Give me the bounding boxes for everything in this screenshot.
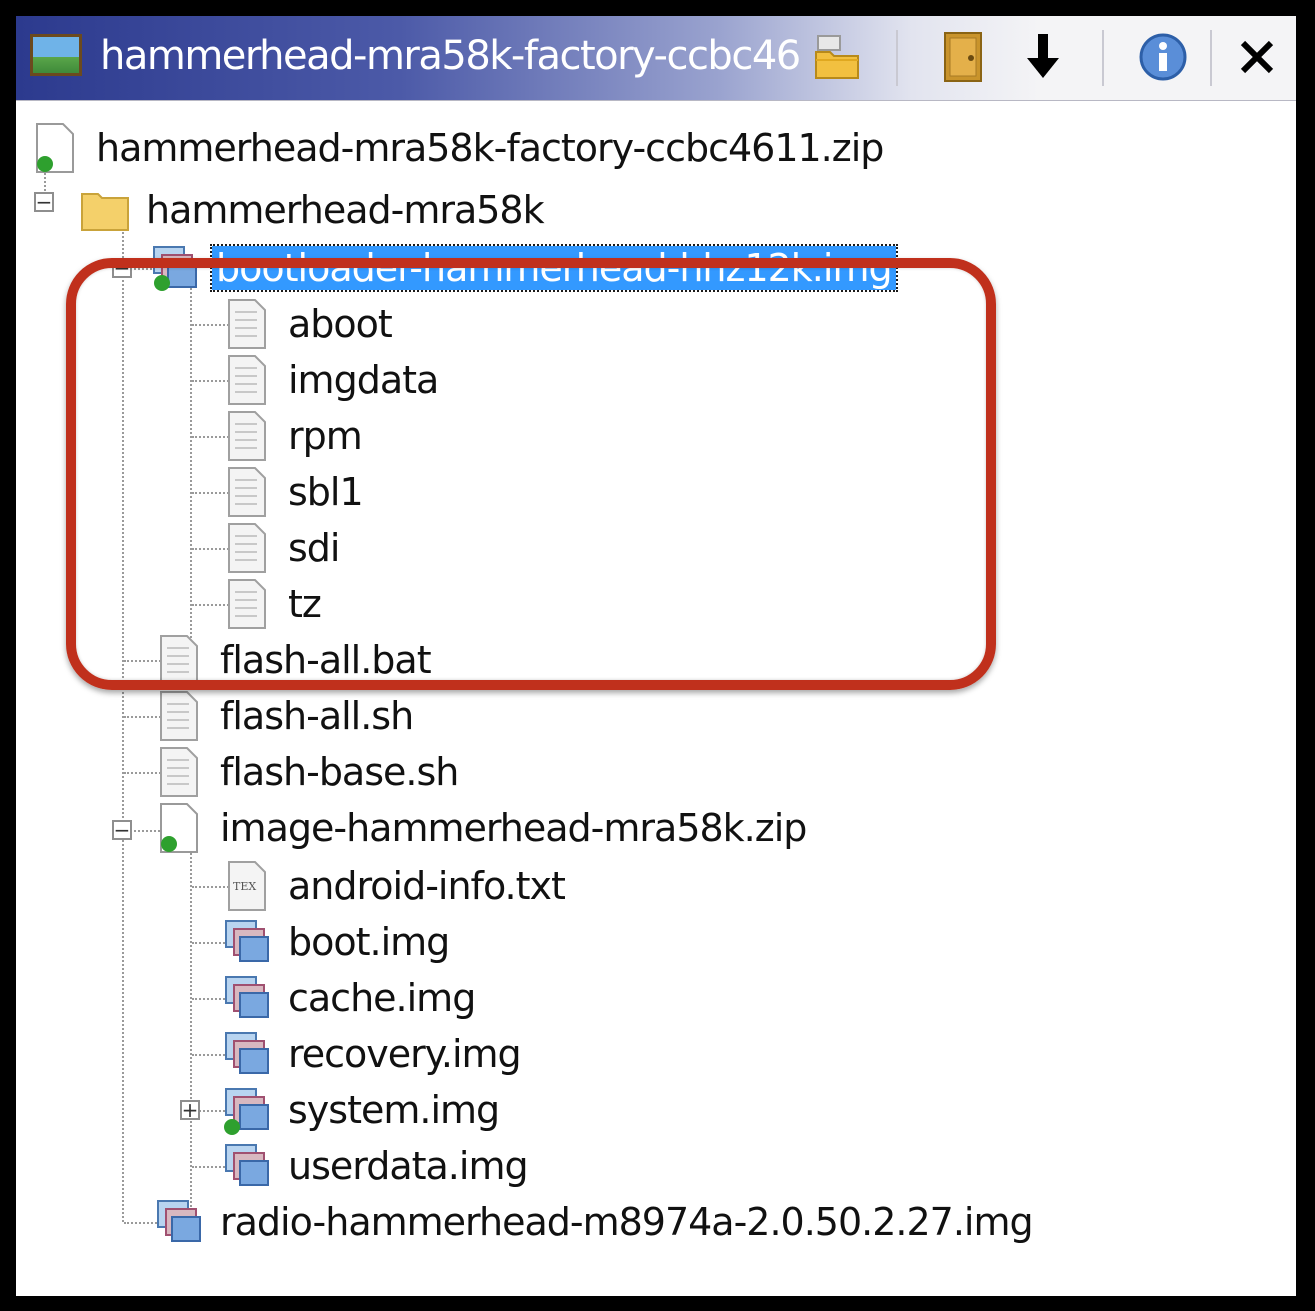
file-icon [220,521,274,575]
disk-image-icon [220,971,274,1025]
window-title: hammerhead-mra58k-factory-ccbc461... [100,33,800,79]
tree-item-flash-all-bat[interactable]: flash-all.bat [152,632,432,688]
title-bar: hammerhead-mra58k-factory-ccbc461... [16,16,1296,101]
disk-image-icon [152,1195,206,1249]
tree-item-system-img[interactable]: system.img [220,1082,500,1138]
svg-text:TEX: TEX [233,880,256,893]
disk-image-icon [220,1139,274,1193]
tree-item-archive[interactable]: hammerhead-mra58k-factory-ccbc4611.zip [28,120,884,176]
download-arrow-icon[interactable] [1014,26,1072,88]
file-icon [152,689,206,743]
file-icon [220,409,274,463]
info-icon[interactable] [1132,26,1194,88]
disk-image-icon [220,915,274,969]
archive-tree: − − − + hammerhead-mra58k-factory-ccbc46… [16,100,1296,1296]
close-icon[interactable] [1226,26,1288,88]
tex-file-icon: TEX [220,859,274,913]
annotation-highlight-box [66,258,996,690]
tree-item-flash-base-sh[interactable]: flash-base.sh [152,744,459,800]
collapse-toggle[interactable]: − [34,192,54,212]
file-icon [152,633,206,687]
tree-item-rpm[interactable]: rpm [220,408,363,464]
tree-item-aboot[interactable]: aboot [220,296,393,352]
zip-file-icon [152,801,206,855]
disk-image-icon [220,1083,274,1137]
exit-door-icon[interactable] [934,26,992,88]
file-icon [220,353,274,407]
collapse-toggle[interactable]: − [112,820,132,840]
tree-item-flash-all-sh[interactable]: flash-all.sh [152,688,414,744]
folder-icon [78,183,132,237]
tree-item-sbl1[interactable]: sbl1 [220,464,364,520]
file-icon [220,465,274,519]
app-picture-icon [30,34,82,76]
tree-item-android-info[interactable]: TEX android-info.txt [220,858,566,914]
file-icon [152,745,206,799]
tree-item-sdi[interactable]: sdi [220,520,340,576]
tree-item-boot-img[interactable]: boot.img [220,914,450,970]
archive-window: hammerhead-mra58k-factory-ccbc461... − −… [16,16,1296,1296]
tree-item-recovery-img[interactable]: recovery.img [220,1026,522,1082]
tree-item-imgdata[interactable]: imgdata [220,352,439,408]
tree-item-cache-img[interactable]: cache.img [220,970,476,1026]
extract-icon[interactable] [806,26,870,88]
tree-item-radio-img[interactable]: radio-hammerhead-m8974a-2.0.50.2.27.img [152,1194,1034,1250]
tree-item-tz[interactable]: tz [220,576,322,632]
disk-image-icon [220,1027,274,1081]
disk-image-icon [148,241,202,295]
tree-item-bootloader[interactable]: bootloader-hammerhead-hhz12k.img [148,240,898,296]
expand-toggle[interactable]: + [180,1100,200,1120]
collapse-toggle[interactable]: − [112,258,132,278]
tree-item-image-zip[interactable]: image-hammerhead-mra58k.zip [152,800,807,856]
file-icon [220,577,274,631]
zip-file-icon [28,121,82,175]
tree-item-userdata-img[interactable]: userdata.img [220,1138,529,1194]
file-icon [220,297,274,351]
tree-item-root-folder[interactable]: hammerhead-mra58k [78,182,545,238]
